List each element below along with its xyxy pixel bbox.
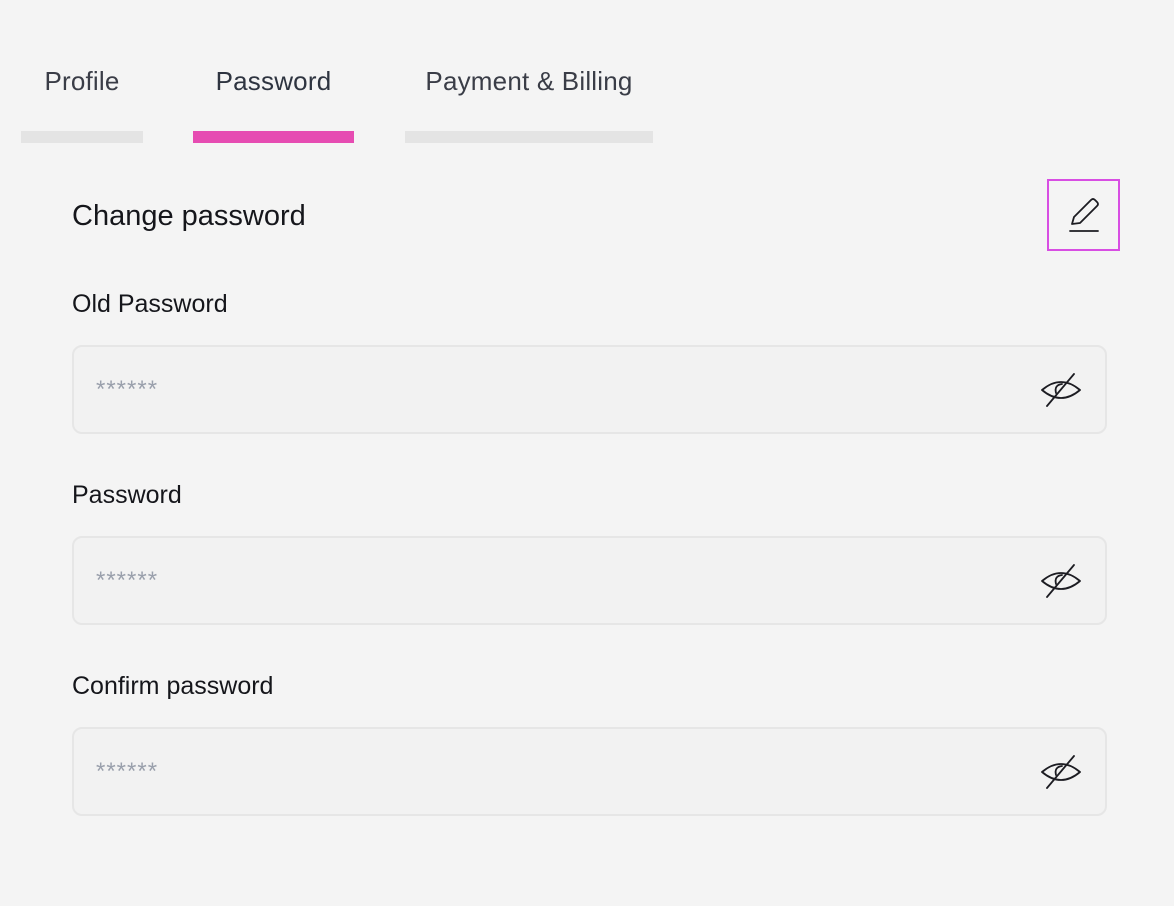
tab-payment-billing[interactable]: Payment & Billing <box>405 0 653 143</box>
password-field-container <box>72 536 1107 625</box>
old-password-label: Old Password <box>72 290 228 318</box>
tab-label: Password <box>215 66 332 96</box>
confirm-password-label: Confirm password <box>72 672 274 700</box>
tab-label: Payment & Billing <box>425 66 633 96</box>
confirm-password-field-container <box>72 727 1107 816</box>
tab-indicator <box>405 131 653 143</box>
old-password-input[interactable] <box>96 347 996 432</box>
eye-slash-icon <box>1041 373 1081 407</box>
tab-profile[interactable]: Profile <box>21 0 143 143</box>
confirm-password-input[interactable] <box>96 729 996 814</box>
old-password-visibility-toggle[interactable] <box>1039 370 1083 410</box>
password-visibility-toggle[interactable] <box>1039 561 1083 601</box>
eye-slash-icon <box>1041 755 1081 789</box>
eye-slash-icon <box>1041 564 1081 598</box>
tab-indicator-active <box>193 131 354 143</box>
old-password-field-container <box>72 345 1107 434</box>
section-title: Change password <box>72 200 306 232</box>
tab-password[interactable]: Password <box>193 0 354 143</box>
pencil-edit-icon <box>1068 198 1099 232</box>
edit-button[interactable] <box>1047 179 1120 251</box>
tab-indicator <box>21 131 143 143</box>
tab-label: Profile <box>44 66 120 96</box>
password-label: Password <box>72 481 182 509</box>
confirm-password-visibility-toggle[interactable] <box>1039 752 1083 792</box>
password-input[interactable] <box>96 538 996 623</box>
